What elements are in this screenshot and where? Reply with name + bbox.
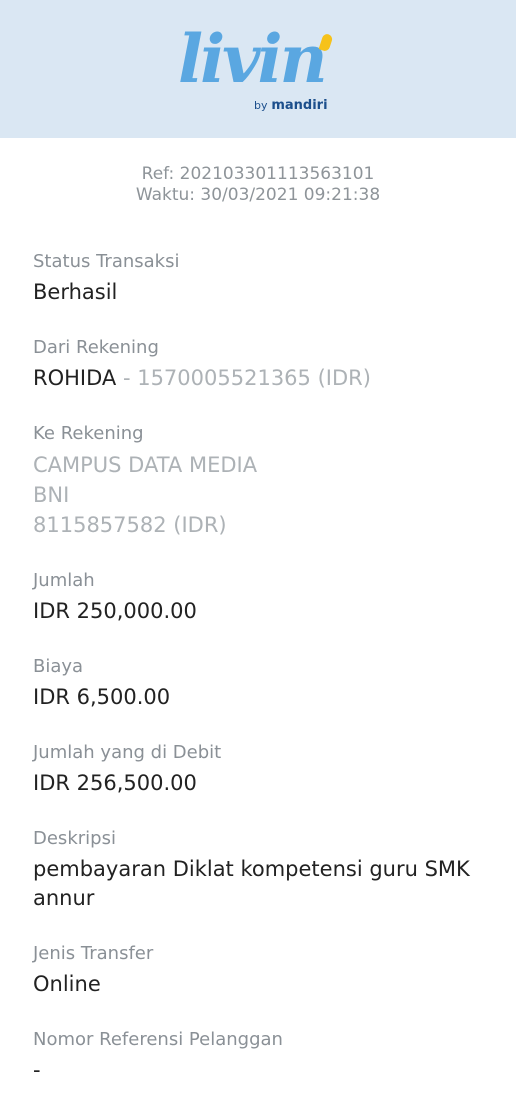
field-fee: Biaya IDR 6,500.00	[33, 655, 483, 712]
logo-byline: by mandiri	[254, 97, 328, 114]
field-label: Deskripsi	[33, 828, 116, 849]
field-label: Biaya	[33, 656, 84, 677]
transfer-type-value: Online	[33, 972, 101, 996]
field-label: Nomor Referensi Pelanggan	[33, 1029, 283, 1050]
field-amount: Jumlah IDR 250,000.00	[33, 569, 483, 626]
to-account-number: 8115857582 (IDR)	[33, 513, 227, 537]
logo-wordmark: livin	[178, 20, 328, 98]
logo-by-text: by	[254, 99, 268, 112]
description-value: pembayaran Diklat kompetensi guru SMK an…	[33, 857, 470, 910]
field-status: Status Transaksi Berhasil	[33, 250, 483, 307]
field-description: Deskripsi pembayaran Diklat kompetensi g…	[33, 827, 483, 913]
field-debit-amount: Jumlah yang di Debit IDR 256,500.00	[33, 741, 483, 798]
debit-amount-value: IDR 256,500.00	[33, 771, 197, 795]
field-label: Jumlah yang di Debit	[33, 742, 222, 763]
logo-bank-name: mandiri	[271, 98, 328, 113]
field-transfer-type: Jenis Transfer Online	[33, 942, 483, 999]
amount-value: IDR 250,000.00	[33, 599, 197, 623]
field-label: Jenis Transfer	[33, 943, 154, 964]
transaction-meta: Ref: 202103301113563101 Waktu: 30/03/202…	[0, 138, 516, 206]
from-account-value: ROHIDA - 1570005521365 (IDR)	[33, 364, 483, 393]
fee-value: IDR 6,500.00	[33, 685, 171, 709]
app-header: livin by mandiri	[0, 0, 516, 138]
field-customer-reference: Nomor Referensi Pelanggan -	[33, 1028, 483, 1085]
to-account-bank: BNI	[33, 483, 70, 507]
to-account-name: CAMPUS DATA MEDIA	[33, 453, 258, 477]
transaction-details: Status Transaksi Berhasil Dari Rekening …	[0, 206, 516, 1085]
field-from-account: Dari Rekening ROHIDA - 1570005521365 (ID…	[33, 336, 483, 393]
livin-logo: livin by mandiri	[178, 18, 338, 118]
field-label: Dari Rekening	[33, 337, 159, 358]
reference-number: Ref: 202103301113563101	[141, 164, 375, 184]
status-value: Berhasil	[33, 280, 118, 304]
field-label: Status Transaksi	[33, 251, 180, 272]
field-to-account: Ke Rekening CAMPUS DATA MEDIA BNI 811585…	[33, 422, 483, 540]
transaction-time: Waktu: 30/03/2021 09:21:38	[135, 185, 381, 205]
customer-reference-value: -	[33, 1058, 41, 1082]
from-account-number: - 1570005521365 (IDR)	[116, 366, 371, 390]
field-label: Ke Rekening	[33, 423, 144, 444]
from-account-name: ROHIDA	[33, 366, 117, 390]
field-label: Jumlah	[33, 570, 95, 591]
